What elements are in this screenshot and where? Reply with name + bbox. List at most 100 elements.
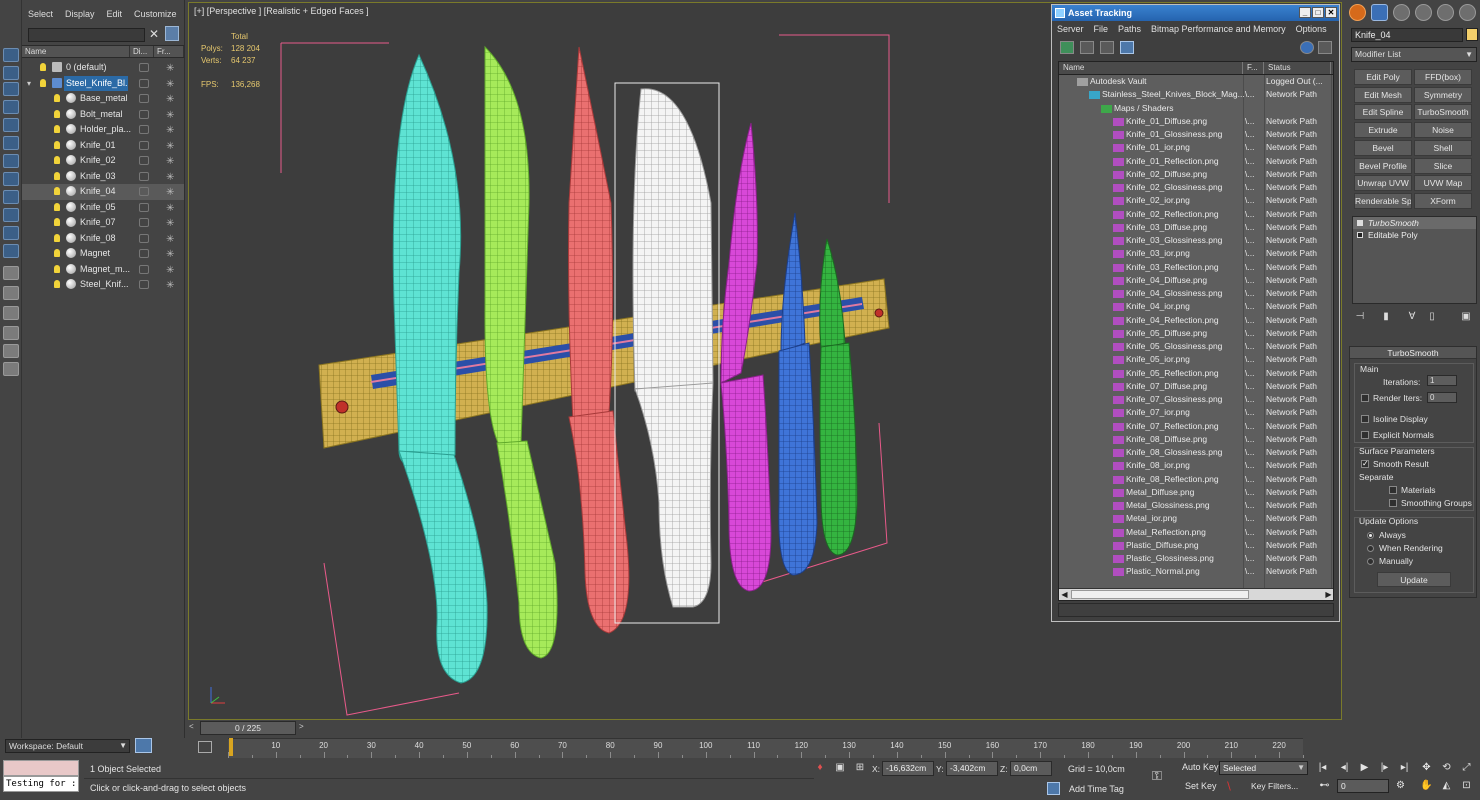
funnel-filter-icon[interactable] (3, 326, 19, 340)
light-bulb-icon[interactable] (54, 140, 60, 149)
create-tab-icon[interactable] (1349, 4, 1366, 21)
display-toggle-icon[interactable] (139, 171, 149, 181)
display-toggle-icon[interactable] (139, 125, 149, 134)
modifier-button[interactable]: Edit Poly (1354, 69, 1412, 85)
key-filter-icon[interactable]: ∖ (1225, 780, 1232, 793)
utilities-tab-icon[interactable] (1459, 4, 1476, 21)
xrefs-filter-icon[interactable] (3, 244, 19, 258)
asset-row[interactable]: Knife_01_ior.png \... Network Path (1059, 141, 1329, 154)
key-filters-button[interactable]: Key Filters... (1251, 781, 1298, 791)
show-end-result-icon[interactable]: ▮ (1381, 311, 1391, 323)
make-unique-icon[interactable]: ∀ (1407, 311, 1417, 323)
modifier-button[interactable]: Noise (1414, 122, 1472, 139)
asset-row[interactable]: Knife_03_Reflection.png \... Network Path (1059, 261, 1329, 274)
scene-search-input[interactable] (28, 28, 145, 42)
asset-row[interactable]: Knife_04_Diffuse.png \... Network Path (1059, 274, 1329, 287)
clear-search-icon[interactable]: ✕ (149, 27, 161, 41)
display-toggle-icon[interactable] (139, 264, 149, 274)
y-coordinate-field[interactable]: -3,402cm (946, 761, 998, 776)
hierarchy-filter-icon[interactable] (3, 362, 19, 376)
update-button[interactable]: Update (1377, 572, 1451, 587)
menu-select[interactable]: Select (22, 9, 59, 19)
menu-edit[interactable]: Edit (101, 9, 129, 19)
freeze-toggle-icon[interactable]: ✳ (166, 108, 174, 123)
maxscript-input[interactable]: Testing for : (3, 776, 79, 792)
shapes-filter-icon[interactable] (3, 136, 19, 150)
scene-item-7[interactable]: Knife_03 ✳ (22, 169, 184, 185)
asset-row[interactable]: Knife_01_Glossiness.png \... Network Path (1059, 128, 1329, 141)
asset-row[interactable]: Knife_07_Diffuse.png \... Network Path (1059, 380, 1329, 393)
asset-row[interactable]: Knife_05_ior.png \... Network Path (1059, 353, 1329, 366)
list-view-icon[interactable] (1080, 41, 1094, 54)
column-full-path[interactable]: F... (1243, 62, 1264, 74)
light-bulb-icon[interactable] (54, 125, 60, 133)
asset-row[interactable]: Autodesk Vault Logged Out (... (1059, 75, 1329, 88)
table-view-icon[interactable] (1120, 41, 1134, 54)
iterations-spinner[interactable]: 1 (1427, 375, 1457, 386)
expand-icon[interactable] (1357, 232, 1363, 238)
menu-paths[interactable]: Paths (1113, 24, 1146, 34)
play-icon[interactable]: ▶ (1357, 761, 1372, 775)
previous-frame-arrow-icon[interactable]: < (189, 722, 197, 734)
stack-item-turbosmooth[interactable]: TurboSmooth (1353, 217, 1476, 229)
when-rendering-radio[interactable] (1367, 545, 1374, 552)
modifier-button[interactable]: Bevel Profile (1354, 157, 1412, 174)
next-frame-arrow-icon[interactable]: > (299, 722, 304, 731)
freeze-toggle-icon[interactable]: ✳ (166, 170, 174, 185)
display-toggle-icon[interactable] (139, 202, 149, 212)
column-freeze[interactable]: Fr... (154, 46, 184, 57)
helpers-filter-icon[interactable] (3, 190, 19, 204)
freeze-toggle-icon[interactable]: ✳ (166, 61, 174, 76)
asset-row[interactable]: Metal_Glossiness.png \... Network Path (1059, 499, 1329, 512)
expand-arrow-icon[interactable]: ▾ (27, 76, 31, 91)
asset-row[interactable]: Knife_02_ior.png \... Network Path (1059, 194, 1329, 207)
layer-filter-icon[interactable] (3, 344, 19, 358)
asset-row[interactable]: Knife_05_Reflection.png \... Network Path (1059, 367, 1329, 380)
smooth-result-checkbox[interactable]: ✓ (1361, 460, 1369, 468)
tree-view-icon[interactable] (1100, 41, 1114, 54)
asset-row[interactable]: Metal_Reflection.png \... Network Path (1059, 526, 1329, 539)
scroll-right-arrow-icon[interactable]: ▶ (1323, 589, 1333, 600)
isoline-display-checkbox[interactable] (1361, 415, 1369, 423)
asset-row[interactable]: Plastic_Normal.png \... Network Path (1059, 565, 1329, 578)
light-bulb-icon[interactable] (54, 156, 60, 164)
asset-row[interactable]: Knife_08_ior.png \... Network Path (1059, 459, 1329, 472)
pan-icon[interactable]: ✋ (1419, 779, 1434, 793)
scene-item-5[interactable]: Knife_01 ✳ (22, 138, 184, 154)
invert-display-icon[interactable] (3, 100, 19, 114)
container-filter-icon[interactable] (3, 286, 19, 300)
asset-row[interactable]: Knife_08_Glossiness.png \... Network Path (1059, 446, 1329, 459)
scroll-thumb[interactable] (1071, 590, 1249, 599)
display-toggle-icon[interactable] (139, 280, 149, 289)
display-toggle-icon[interactable] (139, 233, 149, 243)
asset-row[interactable]: Knife_04_Reflection.png \... Network Path (1059, 314, 1329, 327)
time-configuration-icon[interactable]: ⚙ (1393, 779, 1408, 793)
display-tab-icon[interactable] (1437, 4, 1454, 21)
groups-filter-icon[interactable] (3, 226, 19, 240)
object-name-field[interactable]: Knife_04 (1351, 28, 1463, 42)
column-name[interactable]: Name (1059, 62, 1243, 74)
hierarchy-tab-icon[interactable] (1393, 4, 1410, 21)
light-bulb-icon[interactable] (54, 280, 60, 288)
freeze-toggle-icon[interactable]: ✳ (166, 216, 174, 231)
time-slider-thumb[interactable]: 0 / 225 (200, 721, 296, 735)
auto-key-button[interactable]: Auto Key (1182, 762, 1219, 772)
modifier-button[interactable]: FFD(box) (1414, 69, 1472, 85)
modifier-button[interactable]: Bevel (1354, 139, 1412, 156)
modifier-button[interactable]: TurboSmooth (1414, 104, 1472, 121)
asset-row[interactable]: Knife_01_Diffuse.png \... Network Path (1059, 115, 1329, 128)
help-icon[interactable] (1300, 41, 1314, 54)
scene-item-6[interactable]: Knife_02 ✳ (22, 153, 184, 169)
display-toggle-icon[interactable] (139, 218, 149, 227)
modifier-button[interactable]: Unwrap UVW (1354, 175, 1412, 192)
menu-server[interactable]: Server (1052, 24, 1089, 34)
menu-options[interactable]: Options (1291, 24, 1332, 34)
previous-key-icon[interactable]: ◂| (1337, 761, 1352, 775)
set-key-icon[interactable]: ⚿ (1152, 768, 1162, 784)
zoom-time-icon[interactable]: ✥ (1419, 761, 1434, 775)
light-bulb-icon[interactable] (54, 249, 60, 257)
asset-row[interactable]: Stainless_Steel_Knives_Block_Mag... \... N… (1059, 88, 1329, 101)
column-name[interactable]: Name (22, 46, 130, 57)
freeze-toggle-icon[interactable]: ✳ (166, 154, 174, 169)
asset-row[interactable]: Knife_07_ior.png \... Network Path (1059, 406, 1329, 419)
